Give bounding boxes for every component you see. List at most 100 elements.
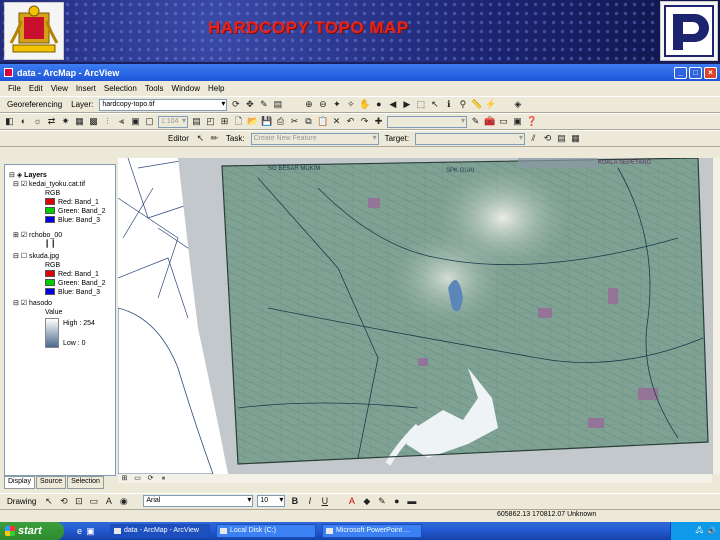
drawing-menu[interactable]: Drawing	[4, 497, 39, 506]
link-table-icon[interactable]: ▤	[272, 99, 283, 110]
arctoolbox-icon[interactable]: 🧰	[484, 116, 495, 127]
start-button[interactable]: start	[0, 522, 64, 540]
tab-selection[interactable]: Selection	[67, 476, 104, 489]
align-icon[interactable]: ⫶	[102, 116, 113, 127]
layer-name[interactable]: skuda.jpg	[29, 253, 59, 260]
network-icon[interactable]: 🖧	[695, 526, 703, 537]
rotate-feature-icon[interactable]: ⟲	[542, 133, 553, 144]
new-text-icon[interactable]: A	[103, 496, 114, 507]
new-document-icon[interactable]: 🗋	[233, 116, 244, 127]
swipe-icon[interactable]: ⇄	[46, 116, 57, 127]
font-size-select[interactable]: 10	[257, 495, 286, 507]
tab-source[interactable]: Source	[35, 476, 67, 489]
menu-help[interactable]: Help	[208, 84, 224, 93]
fixed-zoom-out-icon[interactable]: ✧	[345, 99, 356, 110]
group-icon[interactable]: ▣	[130, 116, 141, 127]
grid-icon[interactable]: ▩	[88, 116, 99, 127]
whats-this-icon[interactable]: ❓	[526, 116, 537, 127]
layer-name[interactable]: rchobo_00	[29, 232, 62, 239]
menu-view[interactable]: View	[51, 84, 68, 93]
sketch-tool-icon[interactable]: ✏	[209, 133, 220, 144]
view-icon[interactable]: ◰	[205, 116, 216, 127]
print-icon[interactable]: ⎙	[275, 116, 286, 127]
select-elements-icon[interactable]: ↖	[429, 99, 440, 110]
line-color-icon[interactable]: ✎	[376, 496, 387, 507]
full-extent-icon[interactable]: ●	[373, 99, 384, 110]
hyperlink-icon[interactable]: ⚡	[485, 99, 496, 110]
underline-button[interactable]: U	[319, 496, 330, 507]
menu-edit[interactable]: Edit	[29, 84, 43, 93]
add-data-icon[interactable]: ✚	[373, 116, 384, 127]
map-icon[interactable]: ⊞	[219, 116, 230, 127]
select-features-icon[interactable]: ⬚	[415, 99, 426, 110]
measure-icon[interactable]: 📏	[471, 99, 482, 110]
find-icon[interactable]: ⚲	[457, 99, 468, 110]
minimize-button[interactable]: _	[674, 66, 687, 79]
shadow-color-icon[interactable]: ▬	[406, 496, 417, 507]
maximize-button[interactable]: □	[689, 66, 702, 79]
toc-layer-1[interactable]: ⊟ ☑ kedai_tyoku.cat.tif	[13, 180, 85, 189]
cut-icon[interactable]: ✂	[289, 116, 300, 127]
fill-color-icon[interactable]: ◆	[361, 496, 372, 507]
taskbar-item-arcmap[interactable]: data - ArcMap - ArcView	[110, 524, 210, 538]
copy-icon[interactable]: ⧉	[303, 116, 314, 127]
zoom-whole-page-icon[interactable]: ⊡	[73, 496, 84, 507]
layer-select[interactable]: hardcopy-topo.tif	[99, 98, 228, 111]
taskbar-item-local-disk[interactable]: Local Disk (C:)	[216, 524, 316, 538]
rectangle-tool-icon[interactable]: ▭	[88, 496, 99, 507]
paste-icon[interactable]: 📋	[317, 116, 328, 127]
map-scale-combo[interactable]	[387, 115, 467, 128]
layout-icon[interactable]: ▦	[74, 116, 85, 127]
collapse-icon[interactable]: ⊟	[9, 172, 15, 179]
marker-color-icon[interactable]: ●	[391, 496, 402, 507]
ungroup-icon[interactable]: ▢	[144, 116, 155, 127]
rotate-element-icon[interactable]: ⟲	[58, 496, 69, 507]
rotate-icon[interactable]: ⟳	[230, 99, 241, 110]
brightness-icon[interactable]: ☼	[32, 116, 43, 127]
toc-header[interactable]: Layers	[24, 172, 47, 179]
toc-layer-3[interactable]: ⊟ ☐ skuda.jpg	[13, 252, 59, 261]
identify-icon[interactable]: ℹ	[443, 99, 454, 110]
layout-view-icon[interactable]: ▭	[133, 475, 142, 483]
pause-drawing-icon[interactable]: ⏸	[159, 475, 168, 483]
zoom-in-icon[interactable]: ⊕	[303, 99, 314, 110]
layer-name[interactable]: hasodo	[29, 300, 52, 307]
editor-toolbar-icon[interactable]: ✎	[470, 116, 481, 127]
tab-display[interactable]: Display	[4, 476, 35, 489]
georeferencing-menu[interactable]: Georeferencing	[4, 100, 65, 109]
sketch-properties-icon[interactable]: ▦	[570, 133, 581, 144]
delete-icon[interactable]: ✕	[331, 116, 342, 127]
flicker-icon[interactable]: ✷	[60, 116, 71, 127]
quick-launch-desktop-icon[interactable]: ▣	[85, 526, 96, 537]
forward-extent-icon[interactable]: ▶	[401, 99, 412, 110]
toc-layer-4[interactable]: ⊟ ☑ hasodo	[13, 299, 52, 308]
table-icon[interactable]: ▤	[191, 116, 202, 127]
editor-menu[interactable]: Editor	[165, 134, 192, 143]
refresh-icon[interactable]: ⟳	[146, 475, 155, 483]
data-view-icon[interactable]: ⊞	[120, 475, 129, 483]
menu-window[interactable]: Window	[172, 84, 200, 93]
effects-icon[interactable]: ◧	[4, 116, 15, 127]
menu-selection[interactable]: Selection	[104, 84, 137, 93]
layer-name[interactable]: kedai_tyoku.cat.tif	[29, 181, 85, 188]
model-builder-icon[interactable]: ▣	[512, 116, 523, 127]
font-color-icon[interactable]: A	[346, 496, 357, 507]
scale-combo[interactable]: 1:104	[158, 115, 188, 128]
target-select[interactable]	[415, 132, 526, 145]
add-control-points-icon[interactable]: ✎	[258, 99, 269, 110]
pan-icon[interactable]: ✋	[359, 99, 370, 110]
contrast-icon[interactable]: ◐	[18, 116, 29, 127]
save-icon[interactable]: 💾	[261, 116, 272, 127]
menu-insert[interactable]: Insert	[76, 84, 96, 93]
italic-button[interactable]: I	[304, 496, 315, 507]
shift-icon[interactable]: ✥	[244, 99, 255, 110]
callout-icon[interactable]: ◉	[118, 496, 129, 507]
split-icon[interactable]: ⫽	[528, 133, 539, 144]
quick-launch-ie-icon[interactable]: e	[74, 526, 85, 537]
menu-tools[interactable]: Tools	[145, 84, 164, 93]
edit-tool-icon[interactable]: ↖	[195, 133, 206, 144]
map-canvas[interactable]: SG BESAR MUKIM KUALA SEPETANG SPK GUAI	[118, 158, 712, 474]
attributes-icon[interactable]: ▤	[556, 133, 567, 144]
menu-file[interactable]: File	[8, 84, 21, 93]
redo-icon[interactable]: ↷	[359, 116, 370, 127]
